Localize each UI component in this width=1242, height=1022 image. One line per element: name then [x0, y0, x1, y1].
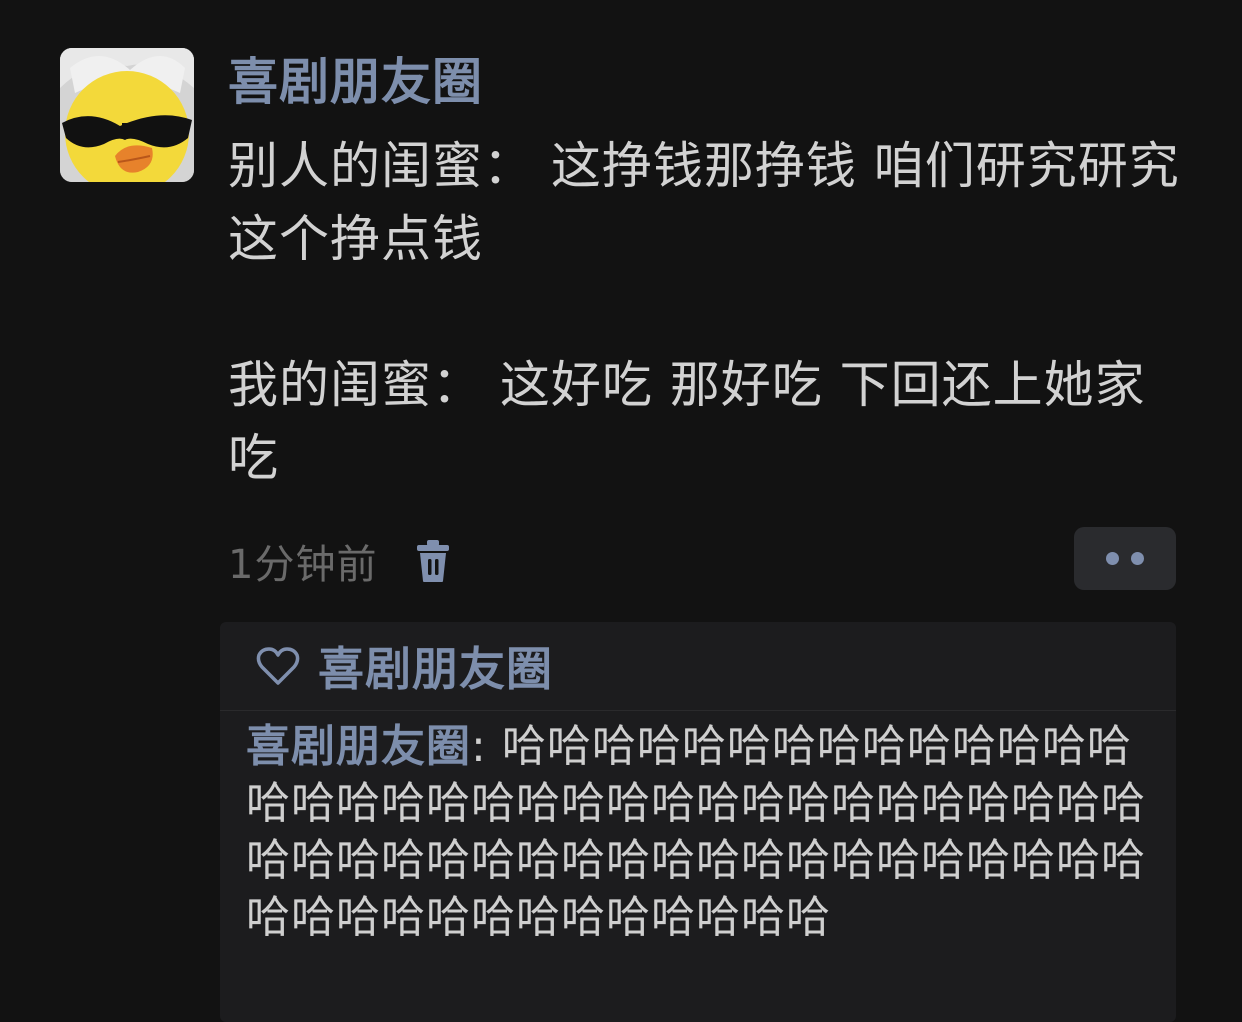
avatar[interactable] — [60, 48, 194, 182]
post-timestamp: 1分钟前 — [228, 542, 378, 588]
heart-outline-icon — [256, 646, 300, 686]
comment-separator: : — [471, 721, 487, 772]
post-content: 别人的闺蜜： 这挣钱那挣钱 咱们研究研究这个挣点钱 我的闺蜜： 这好吃 那好吃 … — [228, 130, 1188, 495]
trash-icon[interactable] — [413, 539, 453, 583]
post-paragraph: 我的闺蜜： 这好吃 那好吃 下回还上她家吃 — [228, 356, 1146, 487]
likes-row: 喜剧朋友圈 — [256, 636, 553, 696]
dot — [1106, 552, 1119, 565]
comment-item[interactable]: 喜剧朋友圈: 哈哈哈哈哈哈哈哈哈哈哈哈哈哈哈哈哈哈哈哈哈哈哈哈哈哈哈哈哈哈哈哈哈… — [246, 718, 1156, 946]
divider — [220, 710, 1176, 711]
dot — [1131, 552, 1144, 565]
more-dots-icon[interactable] — [1074, 527, 1176, 590]
likes-comments-panel: 喜剧朋友圈 喜剧朋友圈: 哈哈哈哈哈哈哈哈哈哈哈哈哈哈哈哈哈哈哈哈哈哈哈哈哈哈哈… — [220, 622, 1176, 1022]
post-paragraph-blank — [228, 276, 1188, 349]
post-meta-row: 1分钟前 — [228, 532, 453, 590]
post-paragraph: 别人的闺蜜： 这挣钱那挣钱 咱们研究研究这个挣点钱 — [228, 137, 1180, 268]
post-author-name[interactable]: 喜剧朋友圈 — [228, 50, 483, 114]
duck-with-sunglasses-icon — [60, 48, 194, 182]
liker-name[interactable]: 喜剧朋友圈 — [318, 633, 553, 699]
comment-author[interactable]: 喜剧朋友圈 — [246, 721, 471, 772]
